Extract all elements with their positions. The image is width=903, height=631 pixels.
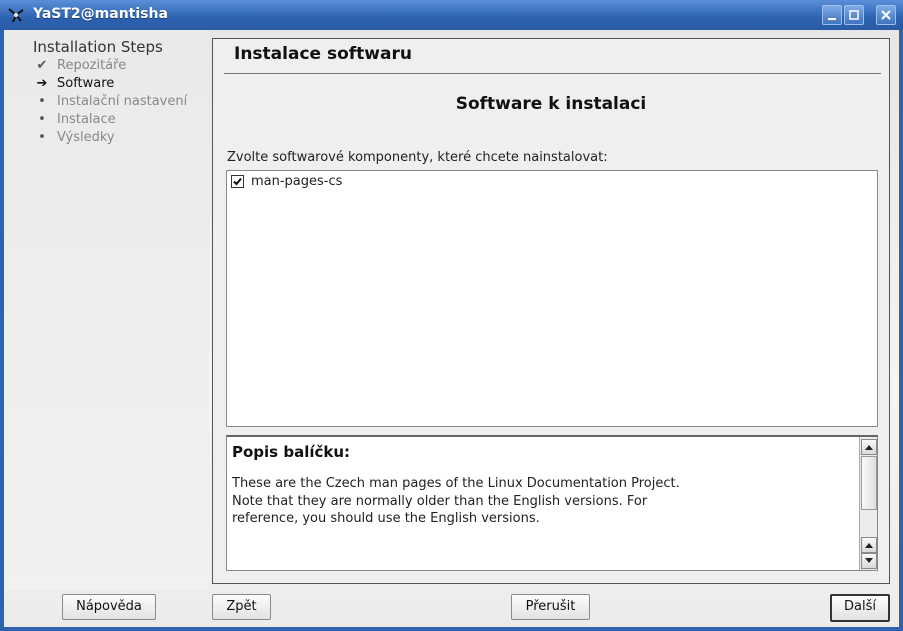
scroll-up-button-lower[interactable] bbox=[861, 537, 877, 553]
page-title: Instalace softwaru bbox=[234, 44, 412, 64]
description-line: These are the Czech man pages of the Lin… bbox=[232, 476, 680, 491]
back-button[interactable]: Zpět bbox=[212, 594, 271, 620]
arrow-right-icon: ➔ bbox=[36, 76, 48, 91]
installation-steps-sidebar: Installation Steps ✔ Repozitáře ➔ Softwa… bbox=[4, 30, 209, 590]
checkmark-icon bbox=[233, 177, 242, 186]
step-label: Instalační nastavení bbox=[57, 94, 188, 109]
scroll-down-button[interactable] bbox=[861, 553, 877, 569]
yast-window: YaST2@mantisha Installation Steps ✔ Repo… bbox=[0, 0, 903, 631]
section-heading: Software k instalaci bbox=[455, 94, 647, 114]
window-title: YaST2@mantisha bbox=[33, 6, 168, 22]
scrollbar-thumb[interactable] bbox=[861, 456, 877, 510]
description-scrollbar[interactable] bbox=[859, 437, 877, 570]
maximize-button[interactable] bbox=[844, 5, 864, 25]
header-divider bbox=[224, 73, 881, 74]
checkbox[interactable] bbox=[231, 175, 244, 188]
step-label: Výsledky bbox=[57, 130, 115, 145]
yast-logo-icon bbox=[7, 6, 25, 24]
title-bar[interactable]: YaST2@mantisha bbox=[0, 0, 903, 30]
software-list-label: Zvolte softwarové komponenty, které chce… bbox=[227, 150, 608, 165]
step-label: Repozitáře bbox=[57, 58, 127, 73]
abort-button[interactable]: Přerušit bbox=[511, 594, 590, 620]
scroll-up-button[interactable] bbox=[861, 439, 877, 455]
minimize-button[interactable] bbox=[822, 5, 842, 25]
window-client-area: Installation Steps ✔ Repozitáře ➔ Softwa… bbox=[4, 30, 899, 627]
description-line: reference, you should use the English ve… bbox=[232, 511, 540, 526]
arrow-up-icon bbox=[865, 543, 873, 548]
steps-title: Installation Steps bbox=[33, 38, 163, 56]
step-label: Instalace bbox=[57, 112, 116, 127]
bullet-icon: • bbox=[38, 130, 46, 145]
description-line: Note that they are normally older than t… bbox=[232, 493, 648, 509]
bullet-icon: • bbox=[38, 94, 46, 109]
close-icon bbox=[881, 10, 891, 20]
arrow-down-icon bbox=[865, 558, 873, 563]
software-component-list[interactable]: man-pages-cs bbox=[226, 170, 878, 427]
checkmark-icon: ✔ bbox=[36, 58, 48, 73]
maximize-icon bbox=[849, 10, 859, 20]
description-title: Popis balíčku: bbox=[232, 443, 351, 461]
arrow-up-icon bbox=[865, 445, 873, 450]
minimize-icon bbox=[828, 18, 836, 20]
close-button[interactable] bbox=[876, 5, 896, 25]
help-button[interactable]: Nápověda bbox=[62, 594, 156, 620]
content-panel: Instalace softwaru Software k instalaci … bbox=[212, 38, 890, 584]
description-text: These are the Czech man pages of the Lin… bbox=[232, 475, 852, 528]
package-description[interactable]: Popis balíčku: These are the Czech man p… bbox=[226, 435, 878, 571]
list-item-label: man-pages-cs bbox=[251, 174, 343, 189]
next-button[interactable]: Další bbox=[830, 594, 890, 622]
step-label: Software bbox=[57, 76, 115, 91]
bullet-icon: • bbox=[38, 112, 46, 127]
